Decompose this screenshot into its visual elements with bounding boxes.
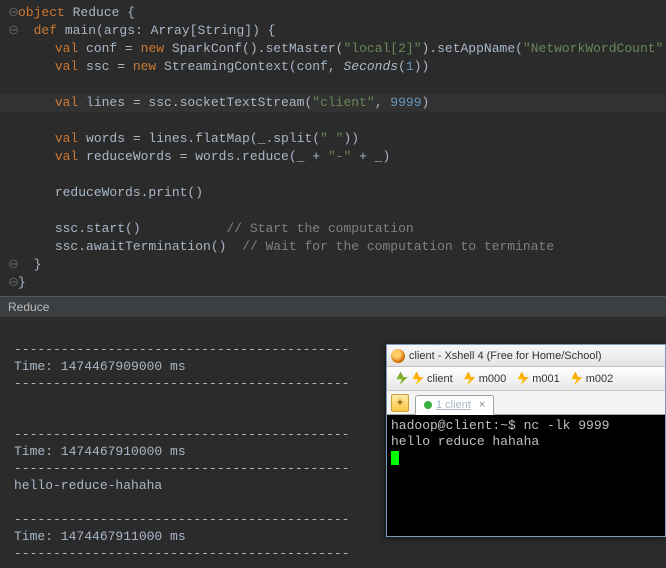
code-line: ⊖object Reduce {	[0, 4, 666, 22]
close-tab-icon[interactable]: ×	[479, 399, 485, 411]
terminal-cursor	[391, 451, 399, 465]
console-line: Time: 1474467910000 ms	[14, 444, 186, 459]
bolt-icon	[570, 372, 584, 386]
xshell-titlebar[interactable]: client - Xshell 4 (Free for Home/School)	[387, 345, 665, 367]
terminal-tab-client[interactable]: 1 client ×	[415, 395, 494, 415]
terminal-line: hello reduce hahaha	[391, 434, 539, 449]
console-line: ----------------------------------------…	[14, 512, 349, 527]
console-line: ----------------------------------------…	[14, 546, 349, 561]
toolbar-session-m001[interactable]: m001	[512, 370, 564, 388]
code-line	[0, 112, 666, 130]
run-config-label: Reduce	[0, 296, 666, 318]
code-line	[0, 166, 666, 184]
code-line: val words = lines.flatMap(_.split(" "))	[0, 130, 666, 148]
code-line-highlighted: val lines = ssc.socketTextStream("client…	[0, 94, 666, 112]
console-line: Time: 1474467909000 ms	[14, 359, 186, 374]
xshell-app-icon	[391, 349, 405, 363]
toolbar-session-client[interactable]: client	[391, 370, 457, 388]
terminal-body[interactable]: hadoop@client:~$ nc -lk 9999 hello reduc…	[387, 415, 665, 536]
toolbar-session-m002[interactable]: m002	[566, 370, 618, 388]
code-line: ⊖ def main(args: Array[String]) {	[0, 22, 666, 40]
bolt-icon	[516, 372, 530, 386]
bolt-icon	[411, 372, 425, 386]
code-line: ⊖}	[0, 274, 666, 292]
code-editor[interactable]: ⊖object Reduce { ⊖ def main(args: Array[…	[0, 0, 666, 296]
code-line: ssc.start() // Start the computation	[0, 220, 666, 238]
xshell-window[interactable]: client - Xshell 4 (Free for Home/School)…	[386, 344, 666, 537]
console-line: hello-reduce-hahaha	[14, 478, 162, 493]
console-line: ----------------------------------------…	[14, 376, 349, 391]
xshell-toolbar: client m000 m001 m002	[387, 367, 665, 391]
code-line	[0, 202, 666, 220]
code-line: ⊖ }	[0, 256, 666, 274]
code-line: val ssc = new StreamingContext(conf, Sec…	[0, 58, 666, 76]
bolt-icon	[395, 372, 409, 386]
code-line	[0, 76, 666, 94]
code-line: val reduceWords = words.reduce(_ + "-" +…	[0, 148, 666, 166]
code-line: reduceWords.print()	[0, 184, 666, 202]
console-line: ----------------------------------------…	[14, 461, 349, 476]
bolt-icon	[463, 372, 477, 386]
console-line: ----------------------------------------…	[14, 342, 349, 357]
code-line: val conf = new SparkConf().setMaster("lo…	[0, 40, 666, 58]
xshell-tabbar: + 1 client ×	[387, 391, 665, 415]
connection-status-icon	[424, 401, 432, 409]
terminal-line: hadoop@client:~$ nc -lk 9999	[391, 418, 609, 433]
add-tab-button[interactable]: +	[391, 394, 409, 412]
console-line: ----------------------------------------…	[14, 427, 349, 442]
toolbar-session-m000[interactable]: m000	[459, 370, 511, 388]
tab-label: 1 client	[436, 399, 471, 411]
window-title: client - Xshell 4 (Free for Home/School)	[409, 350, 602, 362]
code-line: ssc.awaitTermination() // Wait for the c…	[0, 238, 666, 256]
